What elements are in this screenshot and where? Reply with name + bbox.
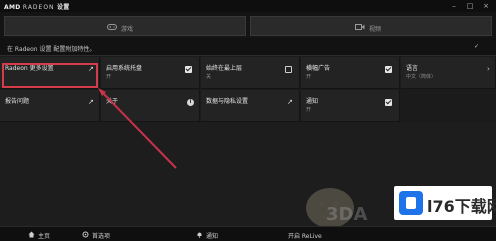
bottom-home-label[interactable]: 主页 (38, 231, 50, 240)
checkbox-icon[interactable] (385, 66, 392, 73)
tab-video-label: 视频 (369, 26, 382, 33)
tile-value: 开 (306, 107, 312, 113)
tile-about[interactable]: 关于 i (101, 90, 200, 122)
tile-title: 启用系统托盘 (106, 65, 143, 72)
checkbox-icon[interactable] (185, 66, 192, 73)
radeon-wordmark: RADEON (22, 4, 55, 11)
tab-gaming[interactable]: 游戏 (4, 16, 246, 36)
external-link-icon: ↗ (287, 98, 293, 106)
minimize-button[interactable]: – (446, 0, 462, 12)
tile-data-privacy[interactable]: 数据与隐私设置 ↗ (201, 90, 300, 122)
window-title: 设置 (56, 4, 70, 11)
bottom-preferences-label[interactable]: 首选项 (92, 231, 110, 240)
tile-language[interactable]: 语言 中文（简体） › (401, 57, 496, 89)
tile-title: 数据与隐私设置 (206, 98, 249, 105)
tile-title: 通知 (306, 98, 319, 105)
close-button[interactable]: × (478, 0, 494, 12)
site-watermark-logo: l76下载网 (394, 186, 496, 220)
tile-banner-ads[interactable]: 横幅广告 开 (301, 57, 400, 89)
amd-logo: AMD (4, 4, 21, 11)
tile-value: 开 (306, 74, 312, 80)
tile-title: 关于 (106, 98, 119, 105)
watermark-3da-text: 3DA (326, 204, 368, 225)
annotation-highlight-box (2, 63, 98, 88)
tab-gaming-label: 游戏 (121, 26, 134, 33)
tab-video[interactable]: 视频 (250, 16, 492, 36)
info-icon: i (187, 99, 194, 106)
bottom-notifications-label[interactable]: 通知 (206, 231, 218, 240)
tile-value: 开 (106, 74, 112, 80)
video-icon (355, 24, 365, 30)
link-icon[interactable]: ✓ (474, 43, 479, 50)
site-watermark-text: l76下载网 (427, 197, 496, 216)
tile-title: 始终在最上层 (206, 65, 243, 72)
chevron-right-icon[interactable]: › (487, 66, 494, 73)
hint-row: 在 Radeon 设置 配置附加特性。 ✓ (0, 38, 496, 56)
checkbox-icon[interactable] (285, 66, 292, 73)
tile-report-issue[interactable]: 报告问题 ↗ (0, 90, 100, 122)
tile-title: 语言 (406, 65, 419, 72)
external-link-icon: ↗ (88, 98, 94, 106)
gamepad-icon (107, 24, 117, 30)
title-bar: AMD RADEON 设置 – □ × (0, 0, 496, 12)
preferences-icon (82, 231, 89, 238)
home-icon (28, 231, 35, 238)
relive-button[interactable]: 开启 ReLive (288, 231, 322, 240)
tile-value: 中文（简体） (406, 74, 437, 80)
tile-system-tray[interactable]: 启用系统托盘 开 (101, 57, 200, 89)
checkbox-icon[interactable] (385, 99, 392, 106)
tile-always-on-top[interactable]: 始终在最上层 关 (201, 57, 300, 89)
maximize-button[interactable]: □ (462, 0, 478, 12)
tile-title: 报告问题 (5, 98, 30, 105)
tab-bar: 游戏 视频 (0, 12, 496, 38)
tile-value: 关 (206, 74, 212, 80)
tile-notifications[interactable]: 通知 开 (301, 90, 400, 122)
hint-text: 在 Radeon 设置 配置附加特性。 (7, 46, 96, 53)
bell-icon (197, 232, 202, 238)
bottom-bar: 主页 首选项 通知 开启 ReLive (0, 226, 496, 241)
app-brand: AMD RADEON 设置 (4, 2, 70, 11)
site-logo-icon (399, 191, 423, 215)
tile-title: 横幅广告 (306, 65, 331, 72)
